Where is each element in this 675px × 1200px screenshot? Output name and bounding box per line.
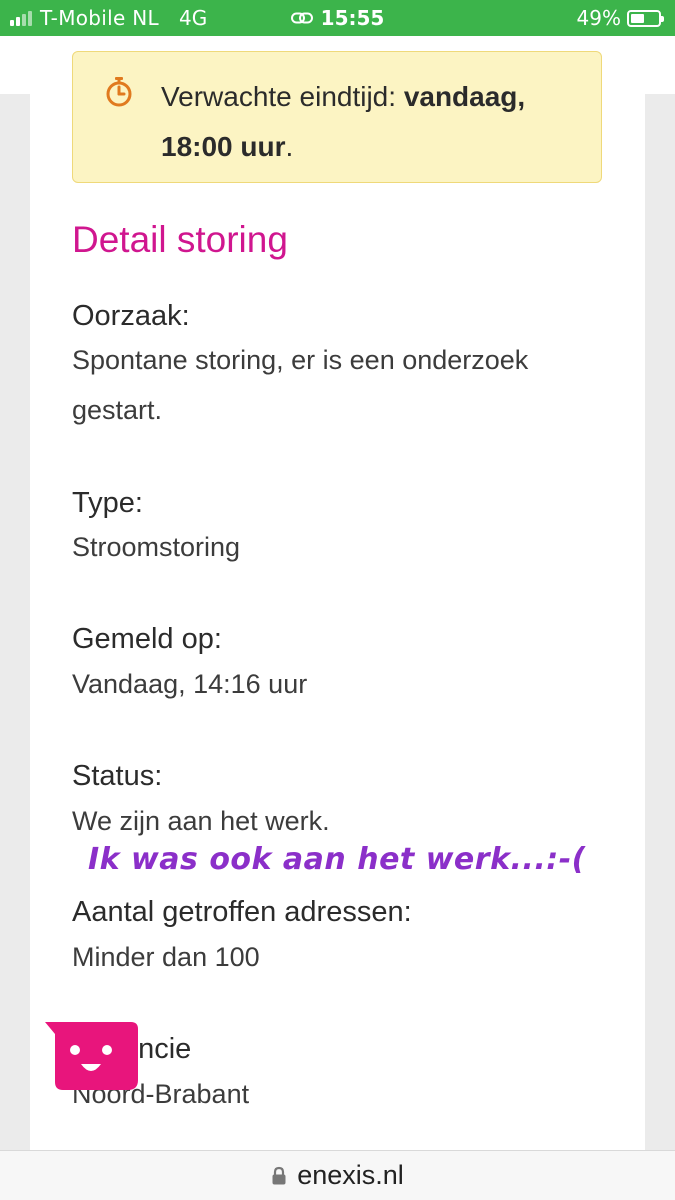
expected-end-time-notice: Verwachte eindtijd: vandaag, 18:00 uur. — [72, 51, 602, 183]
status-bar-left: T-Mobile NL 4G — [10, 6, 577, 30]
battery-percent: 49% — [576, 6, 621, 30]
signal-icon — [10, 10, 32, 26]
browser-url-bar[interactable]: enexis.nl — [0, 1150, 675, 1200]
reported-at-value: Vandaag, 14:16 uur — [72, 669, 308, 699]
network-type: 4G — [178, 6, 208, 30]
expected-end-time-text: Verwachte eindtijd: vandaag, 18:00 uur. — [161, 72, 581, 172]
page-header-edge-right — [645, 36, 675, 94]
cause-label: Oorzaak: — [72, 300, 190, 332]
outage-detail-card: Verwachte eindtijd: vandaag, 18:00 uur. D… — [30, 36, 645, 1150]
affected-addresses-label: Aantal getroffen adressen: — [72, 896, 412, 928]
detail-title: Detail storing — [72, 219, 288, 260]
page-header-edge-left — [0, 36, 30, 94]
timer-icon — [106, 77, 132, 107]
expected-end-time-period: . — [285, 131, 294, 162]
expected-end-time-day: vandaag, — [403, 81, 526, 112]
expected-end-time-hour: 18:00 uur — [161, 131, 286, 162]
cause-value: Spontane storing, er is een onderzoek ge… — [72, 345, 529, 425]
status-bar-right: 49% — [576, 6, 664, 30]
reported-at-label: Gemeld op: — [72, 623, 222, 655]
battery-icon — [627, 9, 664, 27]
status-value: We zijn aan het werk. — [72, 806, 330, 836]
expected-end-time-label: Verwachte eindtijd: — [161, 81, 404, 112]
battery-fill — [631, 13, 644, 23]
type-label: Type: — [72, 487, 143, 519]
affected-addresses-value: Minder dan 100 — [72, 942, 260, 972]
status-bar: T-Mobile NL 4G 15:55 49% — [0, 0, 675, 36]
province-value: Noord-Brabant — [72, 1079, 250, 1109]
carrier-name: T-Mobile NL — [40, 6, 159, 30]
handwritten-annotation: Ik was ook aan het werk...:-( — [88, 842, 586, 877]
type-value: Stroomstoring — [72, 532, 241, 562]
chat-button[interactable] — [45, 1022, 139, 1092]
lock-icon — [272, 1166, 286, 1184]
chat-face-icon — [45, 1022, 138, 1090]
url-domain: enexis.nl — [297, 1160, 404, 1190]
status-label: Status: — [72, 760, 163, 792]
